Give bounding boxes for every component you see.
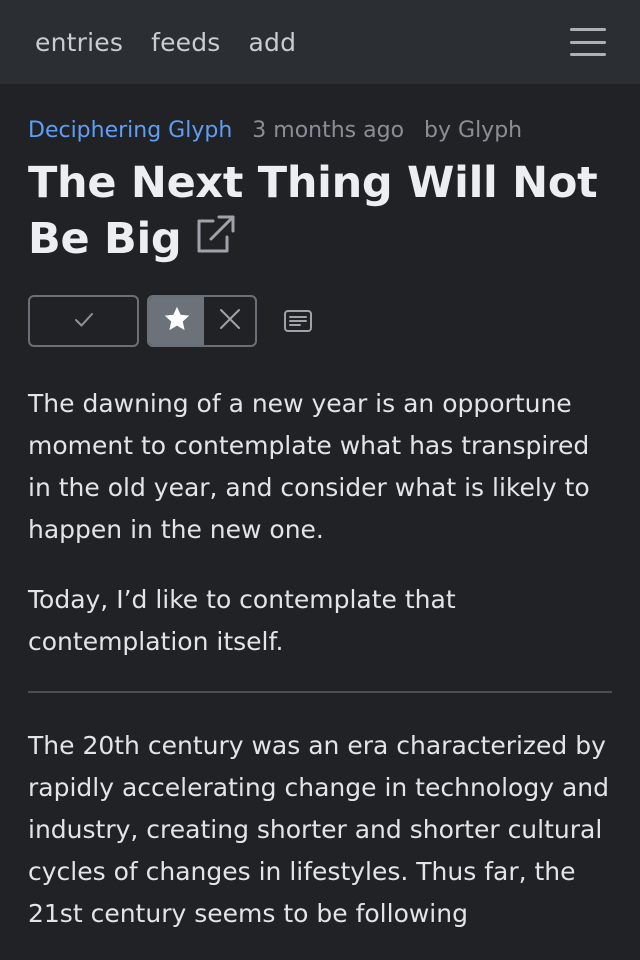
unstar-button[interactable] — [204, 297, 255, 345]
external-link-icon[interactable] — [193, 213, 237, 271]
check-icon — [73, 311, 95, 332]
top-navigation-bar: entries feeds add — [0, 0, 640, 84]
entry-title: The Next Thing Will Not Be Big — [28, 155, 612, 271]
nav-entries-link[interactable]: entries — [35, 28, 123, 57]
mark-read-button[interactable] — [28, 295, 139, 347]
entry-author: by Glyph — [424, 118, 523, 143]
nav-feeds-link[interactable]: feeds — [151, 28, 220, 57]
entry-age: 3 months ago — [252, 118, 405, 143]
entry-actions — [28, 295, 612, 347]
nav-add-link[interactable]: add — [249, 28, 297, 57]
entry-paragraph: Today, I’d like to contemplate that cont… — [28, 585, 456, 656]
entry-title-text: The Next Thing Will Not Be Big — [28, 158, 598, 264]
entry-view: Deciphering Glyph 3 months ago by Glyph … — [0, 118, 640, 935]
section-divider — [28, 691, 612, 693]
feed-name-link[interactable]: Deciphering Glyph — [28, 118, 232, 143]
main-nav: entries feeds add — [35, 28, 296, 57]
entry-paragraph: The dawning of a new year is an opportun… — [28, 389, 590, 544]
entry-meta: Deciphering Glyph 3 months ago by Glyph — [28, 118, 612, 143]
star-button[interactable] — [149, 297, 204, 345]
entry-paragraph: The 20th century was an era characterize… — [28, 731, 609, 928]
hamburger-icon[interactable] — [570, 28, 606, 56]
star-toggle-group — [147, 295, 257, 347]
hamburger-bar — [570, 28, 606, 31]
entry-body: The dawning of a new year is an opportun… — [28, 383, 612, 935]
star-icon — [162, 304, 192, 338]
x-icon — [218, 307, 242, 335]
notes-icon[interactable] — [283, 309, 313, 333]
hamburger-bar — [570, 40, 606, 44]
hamburger-bar — [570, 53, 606, 56]
